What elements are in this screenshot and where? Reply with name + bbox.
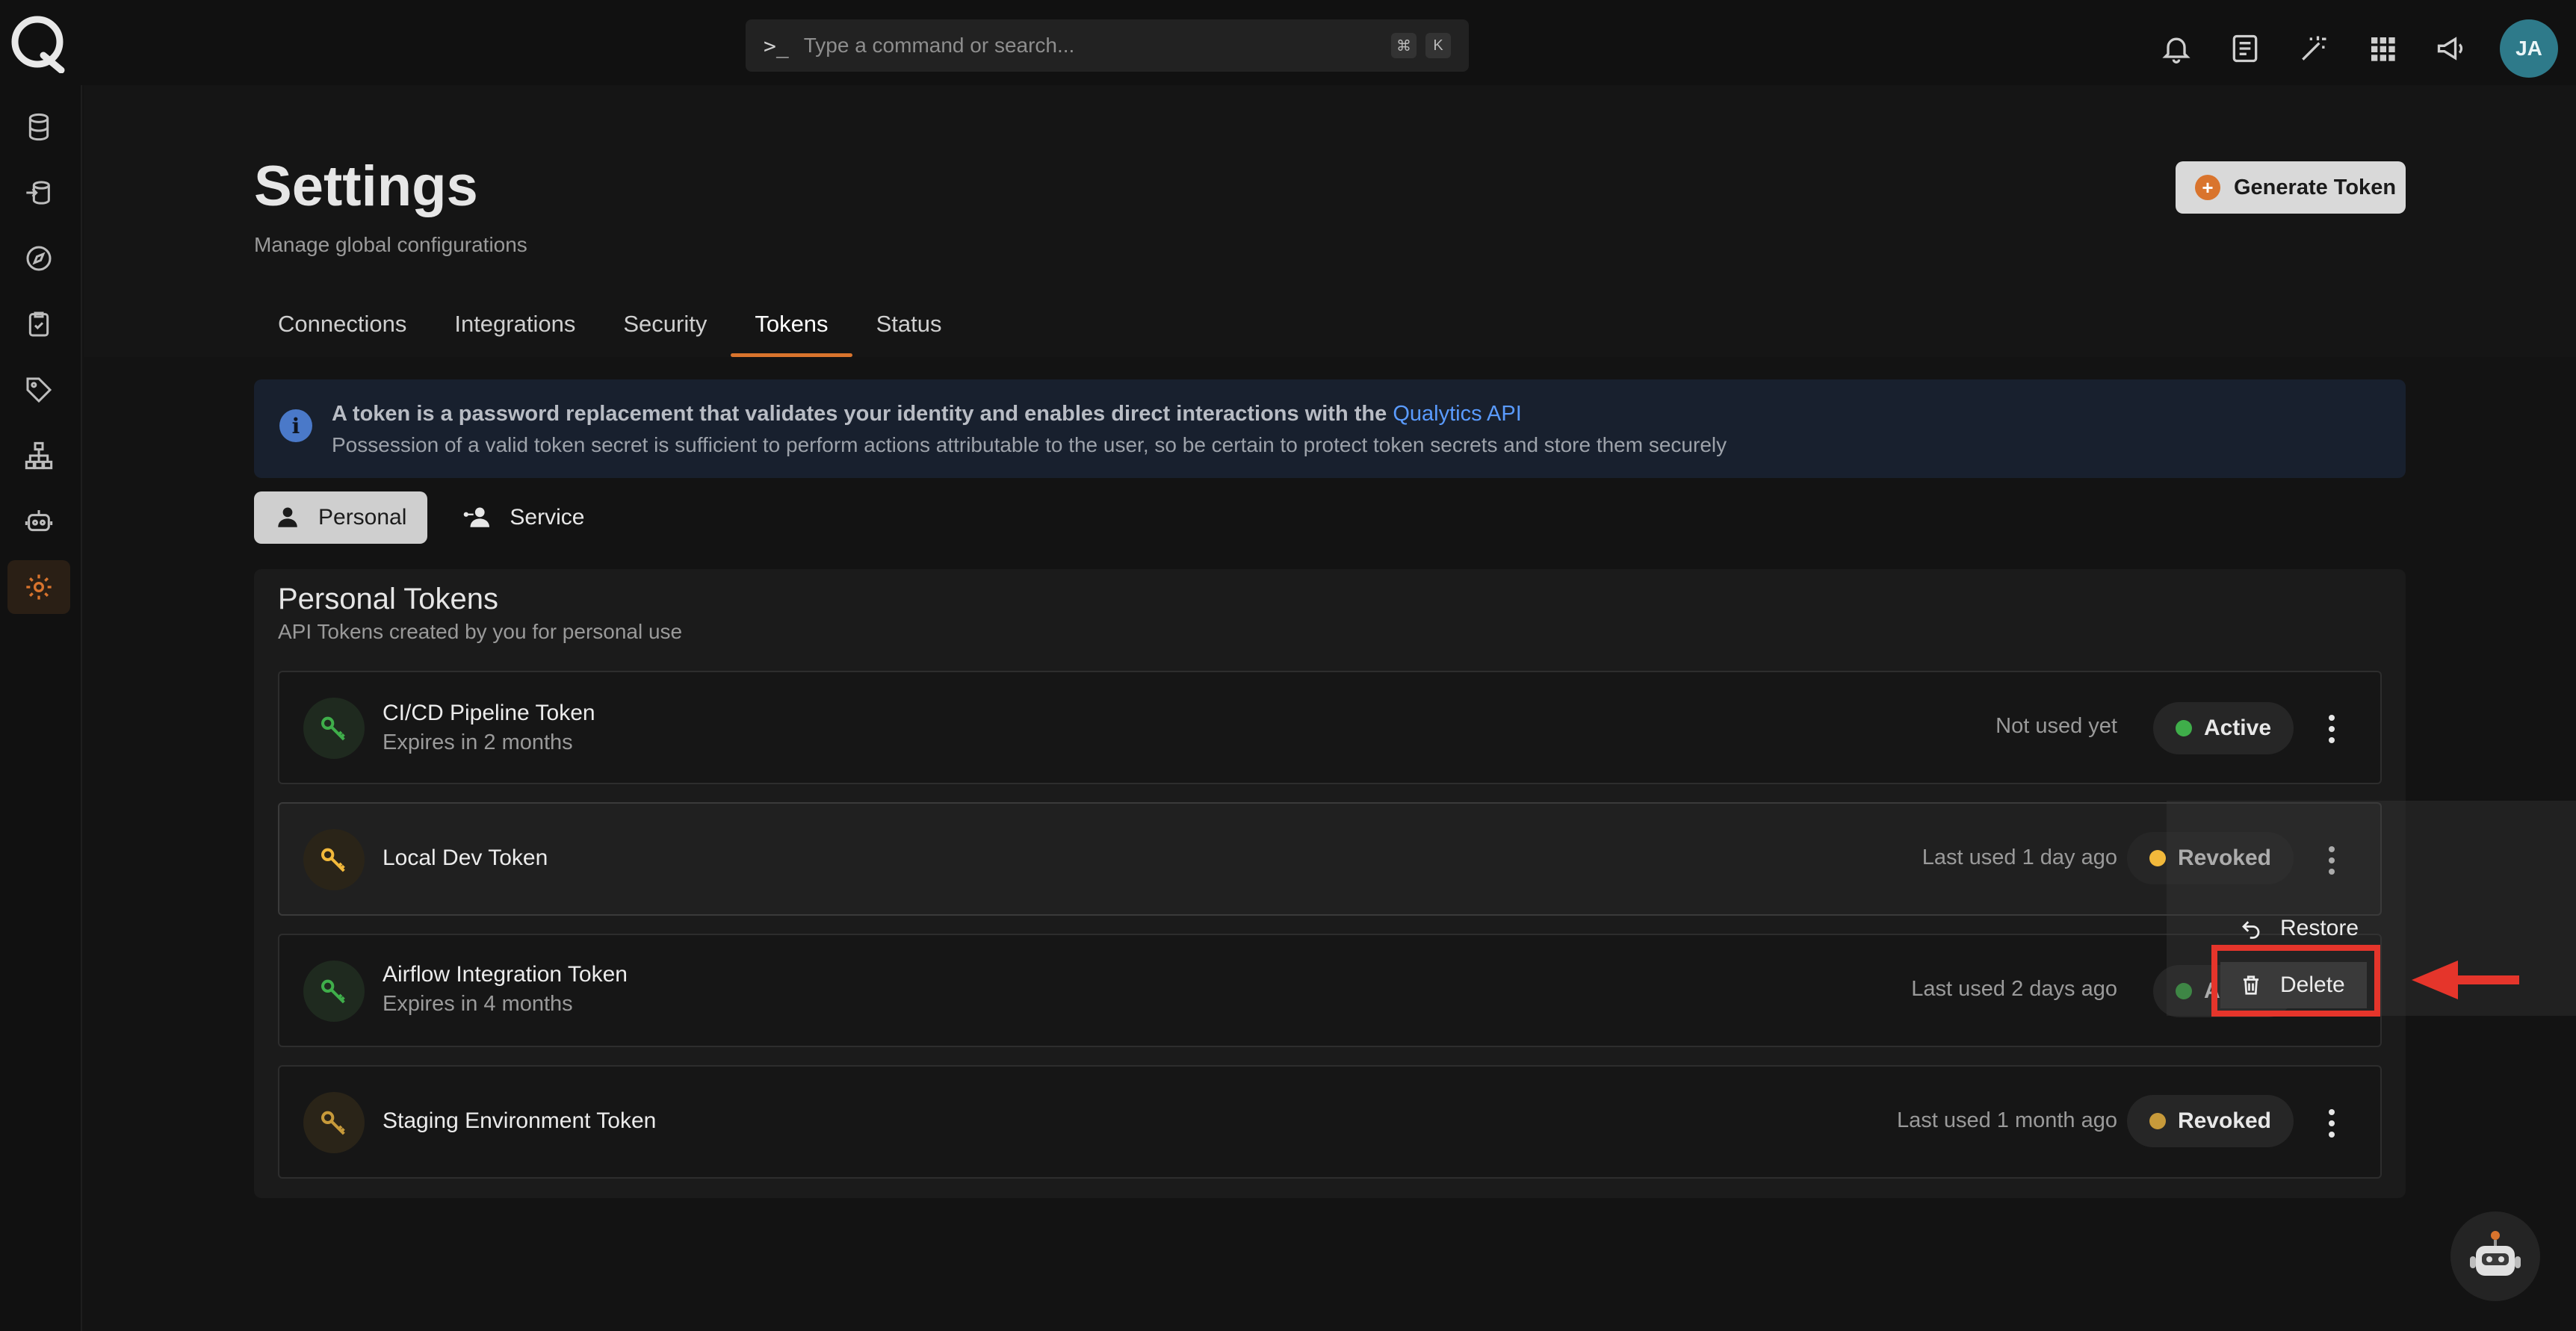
magic-wand-icon[interactable] — [2294, 28, 2334, 69]
undo-icon — [2242, 921, 2260, 939]
status-badge: Active — [2152, 702, 2294, 754]
sidebar-item-flows[interactable] — [7, 429, 70, 483]
person-icon — [278, 507, 297, 527]
command-search-bar[interactable]: >_ Type a command or search... ⌘ K — [746, 19, 1469, 72]
page-title: Settings — [254, 155, 478, 218]
token-last-used: Not used yet — [1996, 714, 2117, 738]
tab-connections[interactable]: Connections — [254, 299, 430, 357]
user-avatar[interactable]: JA — [2500, 19, 2558, 78]
token-last-used: Last used 1 month ago — [1896, 1108, 2117, 1132]
token-info-banner: i A token is a password replacement that… — [254, 379, 2406, 478]
info-line-2: Possession of a valid token secret is su… — [332, 433, 1727, 456]
more-options-icon[interactable] — [2320, 707, 2343, 751]
key-icon — [303, 961, 365, 1022]
sidebar — [0, 85, 82, 1331]
token-name: CI/CD Pipeline Token — [383, 701, 595, 725]
status-dot — [2149, 1113, 2166, 1129]
service-label: Service — [510, 505, 585, 530]
token-name: Local Dev Token — [383, 846, 548, 870]
generate-token-label: Generate Token — [2234, 175, 2397, 199]
cmd-key-hint: ⌘ — [1391, 33, 1417, 58]
database-icon — [28, 113, 49, 141]
settings-tabs: Connections Integrations Security Tokens… — [254, 299, 965, 357]
sidebar-item-agents[interactable] — [7, 494, 70, 548]
hierarchy-icon — [25, 441, 53, 470]
token-name: Staging Environment Token — [383, 1108, 657, 1133]
assistant-bot-button[interactable] — [2450, 1211, 2540, 1301]
token-expiry: Expires in 2 months — [383, 730, 573, 754]
key-icon — [303, 1092, 365, 1153]
sidebar-item-explore[interactable] — [7, 232, 70, 285]
key-icon — [303, 829, 365, 890]
search-placeholder: Type a command or search... — [803, 34, 1075, 57]
sidebar-item-settings[interactable] — [7, 560, 70, 614]
more-options-icon[interactable] — [2320, 1101, 2343, 1146]
tab-security[interactable]: Security — [599, 299, 731, 357]
token-row[interactable]: CI/CD Pipeline Token Expires in 2 months… — [278, 671, 2382, 784]
sidebar-item-datastores[interactable] — [7, 100, 70, 154]
datastores-icon — [26, 181, 50, 205]
terminal-prompt-icon: >_ — [764, 33, 789, 58]
token-expiry: Expires in 4 months — [383, 992, 573, 1016]
plus-icon: + — [2195, 175, 2220, 200]
megaphone-icon[interactable] — [2431, 28, 2471, 69]
token-row[interactable]: Airflow Integration Token Expires in 4 m… — [278, 934, 2382, 1047]
card-subtitle: API Tokens created by you for personal u… — [278, 620, 683, 643]
personal-tokens-card: Personal Tokens API Tokens created by yo… — [254, 569, 2406, 1198]
card-title: Personal Tokens — [278, 583, 498, 615]
pointer-arrow-icon — [2412, 961, 2519, 999]
token-name: Airflow Integration Token — [383, 962, 628, 987]
info-line-1: A token is a password replacement that v… — [332, 402, 1522, 426]
compass-icon — [26, 246, 52, 271]
personal-label: Personal — [318, 505, 407, 530]
bell-icon[interactable] — [2156, 28, 2196, 69]
service-user-icon — [464, 507, 490, 527]
status-dot — [2175, 720, 2192, 736]
token-row[interactable]: Staging Environment Token Last used 1 mo… — [278, 1065, 2382, 1179]
status-dot — [2149, 850, 2166, 866]
notes-icon[interactable] — [2225, 28, 2265, 69]
key-icon — [303, 698, 365, 759]
checklist-icon — [28, 311, 49, 337]
info-icon: i — [279, 409, 312, 442]
service-tokens-toggle[interactable]: Service — [441, 491, 605, 544]
status-label: Revoked — [2177, 1108, 2271, 1133]
tab-tokens[interactable]: Tokens — [731, 299, 852, 357]
qualytics-logo[interactable] — [7, 13, 67, 73]
robot-icon — [2470, 1231, 2521, 1276]
robot-icon — [25, 510, 53, 532]
token-last-used: Last used 2 days ago — [1911, 977, 2117, 1001]
personal-tokens-toggle[interactable]: Personal — [254, 491, 428, 544]
restore-label: Restore — [2280, 916, 2359, 940]
qualytics-api-link[interactable]: Qualytics API — [1393, 402, 1521, 426]
sidebar-item-enrichment[interactable] — [7, 166, 70, 220]
status-label: Active — [2203, 716, 2271, 740]
delete-highlight-box — [2211, 945, 2380, 1017]
sidebar-item-checks[interactable] — [7, 297, 70, 351]
token-last-used: Last used 1 day ago — [1922, 846, 2117, 869]
status-badge: Revoked — [2126, 1095, 2294, 1147]
tag-icon — [26, 377, 52, 403]
top-bar: >_ Type a command or search... ⌘ K JA — [0, 0, 2576, 85]
sidebar-item-tags[interactable] — [7, 363, 70, 417]
tab-status[interactable]: Status — [852, 299, 966, 357]
tab-integrations[interactable]: Integrations — [430, 299, 599, 357]
k-key-hint: K — [1425, 33, 1451, 58]
token-type-toggle: Personal Service — [254, 491, 605, 544]
page-subtitle: Manage global configurations — [254, 233, 527, 256]
token-row[interactable]: Local Dev Token Last used 1 day ago Revo… — [278, 802, 2382, 916]
apps-grid-icon[interactable] — [2362, 28, 2403, 69]
settings-gear-icon — [26, 574, 52, 600]
info-line-1-text: A token is a password replacement that v… — [332, 402, 1387, 426]
generate-token-button[interactable]: + Generate Token — [2176, 161, 2406, 214]
top-icon-group: JA — [2156, 19, 2558, 78]
